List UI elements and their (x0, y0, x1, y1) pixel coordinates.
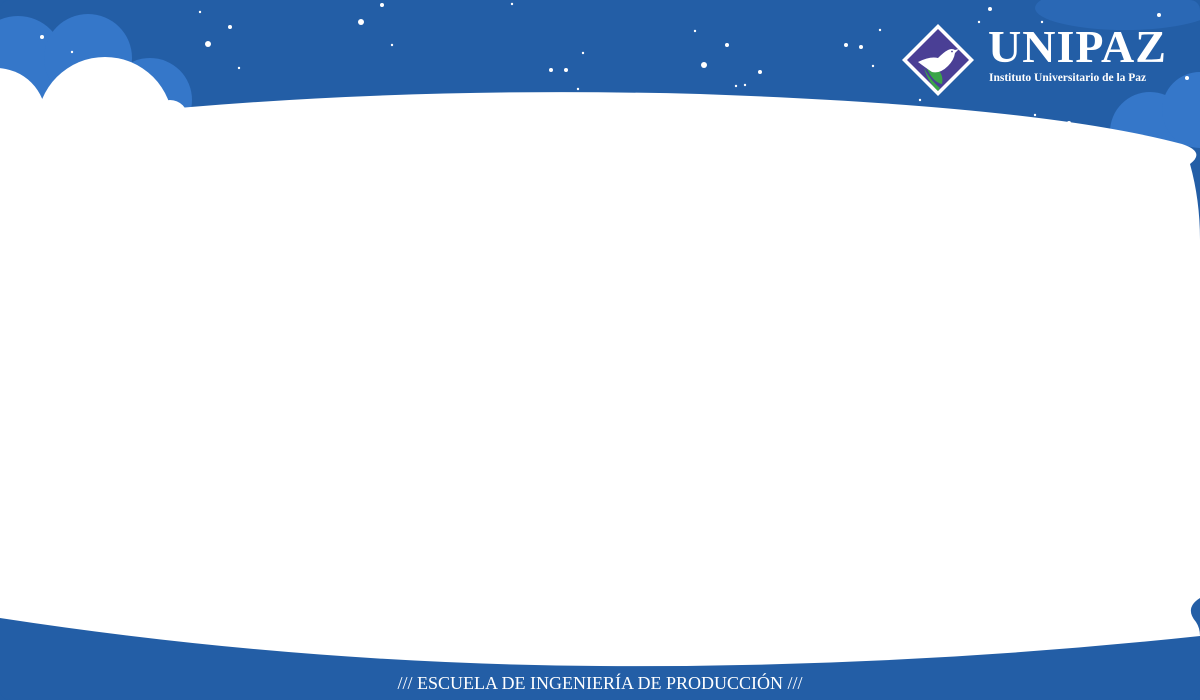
unipaz-logo: UNIPAZ Instituto Universitario de la Paz (900, 22, 1180, 102)
slide-frame: UNIPAZ Instituto Universitario de la Paz… (0, 0, 1200, 700)
footer-school-name: /// ESCUELA DE INGENIERÍA DE PRODUCCIÓN … (397, 673, 803, 693)
dove-diamond-icon (902, 24, 974, 96)
brand-subtitle: Instituto Universitario de la Paz (989, 72, 1147, 84)
content-area (60, 140, 1140, 590)
brand-name: UNIPAZ (988, 21, 1167, 72)
